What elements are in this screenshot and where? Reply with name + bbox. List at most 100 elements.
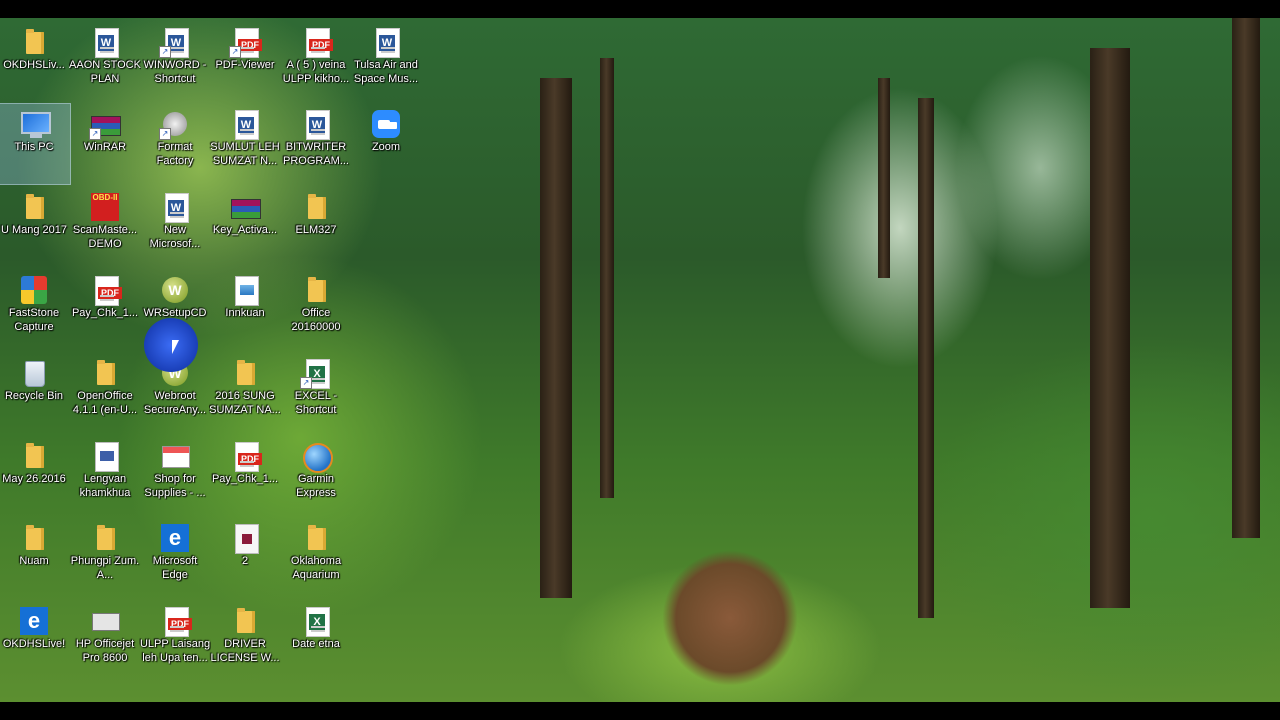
edge-icon: e xyxy=(20,607,48,635)
desktop-icon-aaon-stock-plan[interactable]: W AAON STOCK PLAN xyxy=(69,22,141,102)
shortcut-arrow-icon: ↗ xyxy=(159,46,171,58)
shortcut-arrow-icon: ↗ xyxy=(229,46,241,58)
desktop-icon-this-pc[interactable]: This PC xyxy=(0,103,71,185)
icon-label: Phungpi Zum. A... xyxy=(70,555,140,581)
desktop-icon-nuam[interactable]: Nuam xyxy=(0,518,70,598)
bottom-letterbox xyxy=(0,702,1280,720)
desktop-icon-tulsa-air[interactable]: W Tulsa Air and Space Mus... xyxy=(350,22,422,102)
icon-label: ELM327 xyxy=(295,224,337,236)
archive-icon xyxy=(231,199,261,219)
pdf-icon: PDF xyxy=(309,39,333,51)
desktop-icon-key-activa[interactable]: Key_Activa... xyxy=(209,187,281,267)
desktop-icon-winrar[interactable]: ↗ WinRAR xyxy=(69,104,141,184)
tree-trunk xyxy=(878,78,890,278)
icon-label: 2 xyxy=(241,555,249,567)
desktop-icon-date-etna[interactable]: X Date etna xyxy=(280,601,352,681)
desktop-icon-pdf-viewer[interactable]: PDF ↗ PDF-Viewer xyxy=(209,22,281,102)
icon-label: BITWRITER PROGRAM... xyxy=(282,141,349,167)
printer-icon xyxy=(92,613,120,631)
desktop-icon-phungpi[interactable]: Phungpi Zum. A... xyxy=(69,518,141,598)
desktop-icon-ulpp-laisang[interactable]: PDF ULPP Laisang leh Upa ten... xyxy=(139,601,211,681)
icon-label: Format Factory xyxy=(156,141,194,167)
icon-label: AAON STOCK PLAN xyxy=(69,59,141,85)
desktop-icon-microsoft-edge[interactable]: e Microsoft Edge xyxy=(139,518,211,598)
desktop-icon-driver-license[interactable]: DRIVER LICENSE W... xyxy=(209,601,281,681)
folder-icon xyxy=(97,525,115,550)
icon-label: Recycle Bin xyxy=(4,390,64,402)
mouse-pointer-icon xyxy=(172,340,179,354)
faststone-icon xyxy=(21,276,47,304)
desktop-icon-winword[interactable]: W ↗ WINWORD - Shortcut xyxy=(139,22,211,102)
icon-label: PDF-Viewer xyxy=(215,59,275,71)
video-file-icon xyxy=(235,524,259,554)
icon-label: Shop for Supplies - ... xyxy=(144,473,206,499)
desktop-icon-u-mang-2017[interactable]: U Mang 2017 xyxy=(0,187,70,267)
desktop-icon-a5-veina[interactable]: PDF A ( 5 ) veina ULPP kikho... xyxy=(280,22,352,102)
excel-icon: X xyxy=(309,614,325,630)
shortcut-arrow-icon: ↗ xyxy=(300,377,312,389)
icon-label: New Microsof... xyxy=(149,224,201,250)
folder-icon xyxy=(26,443,44,468)
desktop-icon-bitwriter[interactable]: W BITWRITER PROGRAM... xyxy=(280,104,352,184)
shortcut-arrow-icon: ↗ xyxy=(89,128,101,140)
desktop-icon-innkuan[interactable]: Innkuan xyxy=(209,270,281,350)
obd-scanmaster-icon: OBD-II xyxy=(91,193,119,221)
desktop-icon-excel[interactable]: X ↗ EXCEL - Shortcut xyxy=(280,353,352,433)
desktop-icon-garmin[interactable]: Garmin Express xyxy=(280,436,352,516)
desktop-icon-zoom[interactable]: Zoom xyxy=(350,104,422,184)
icon-label: This PC xyxy=(14,141,54,153)
icon-label: Date etna xyxy=(292,638,340,650)
cursor-highlight xyxy=(144,318,198,372)
desktop-icon-recycle-bin[interactable]: Recycle Bin xyxy=(0,353,70,433)
desktop-icon-video-2[interactable]: 2 xyxy=(209,518,281,598)
folder-icon xyxy=(308,525,326,550)
desktop-icon-sumlut[interactable]: W SUMLUT LEH SUMZAT N... xyxy=(209,104,281,184)
desktop-icon-2016-sung[interactable]: 2016 SUNG SUMZAT NA... xyxy=(209,353,281,433)
icon-label: Webroot SecureAny... xyxy=(143,390,207,416)
wmv-file-icon xyxy=(95,442,119,472)
desktop-icon-faststone[interactable]: FastStone Capture xyxy=(0,270,70,350)
icon-label: May 26.2016 xyxy=(2,473,66,485)
tree-trunk xyxy=(1232,18,1260,538)
desktop-icon-office-2016[interactable]: Office 20160000 xyxy=(280,270,352,350)
desktop-icon-shop-supplies[interactable]: Shop for Supplies - ... xyxy=(139,436,211,516)
icon-label: WinRAR xyxy=(83,141,127,153)
icon-label: Pay_Chk_1... xyxy=(71,307,139,319)
desktop-icon-scanmaster[interactable]: OBD-II ScanMaste... DEMO xyxy=(69,187,141,267)
desktop-icon-oklahoma-aquarium[interactable]: Oklahoma Aquarium xyxy=(280,518,352,598)
recycle-bin-icon xyxy=(25,361,45,387)
icon-label: ULPP Laisang leh Upa ten... xyxy=(139,638,211,664)
icon-label: U Mang 2017 xyxy=(0,224,68,236)
word-document-icon: W xyxy=(379,35,395,51)
desktop-icon-format-factory[interactable]: ↗ Format Factory xyxy=(139,104,211,184)
desktop-icon-hp-officejet[interactable]: HP Officejet Pro 8600 xyxy=(69,601,141,681)
icon-label: A ( 5 ) veina ULPP kikho... xyxy=(282,59,350,85)
desktop-icon-elm327[interactable]: ELM327 xyxy=(280,187,352,267)
word-document-icon: W xyxy=(98,35,114,51)
desktop-icon-openoffice[interactable]: OpenOffice 4.1.1 (en-U... xyxy=(69,353,141,433)
desktop-icon-okdhslive-edge[interactable]: e OKDHSLive! xyxy=(0,601,70,681)
desktop-icon-new-microsoft[interactable]: W New Microsof... xyxy=(139,187,211,267)
globe-icon xyxy=(303,443,333,473)
folder-icon xyxy=(308,277,326,302)
pdf-icon: PDF xyxy=(98,287,122,299)
folder-icon xyxy=(26,525,44,550)
desktop-icon-may-26[interactable]: May 26.2016 xyxy=(0,436,70,516)
desktop-icon-okdhslive-folder[interactable]: OKDHSLiv... xyxy=(0,22,70,102)
shop-icon xyxy=(162,446,190,468)
folder-icon xyxy=(237,360,255,385)
desktop-icon-pay-chk-2[interactable]: PDF Pay_Chk_1... xyxy=(209,436,281,516)
word-document-icon: W xyxy=(238,117,254,133)
top-letterbox xyxy=(0,0,1280,18)
icon-label: OKDHSLiv... xyxy=(3,59,65,71)
icon-label: Nuam xyxy=(19,555,49,567)
pdf-viewer-icon: PDF xyxy=(238,39,262,51)
desktop-icon-lengvan[interactable]: Lengvan khamkhua xyxy=(69,436,141,516)
computer-icon xyxy=(21,112,51,138)
icon-label: Office 20160000 xyxy=(291,307,341,333)
icon-label: Innkuan xyxy=(225,307,265,319)
desktop-icon-pay-chk-1[interactable]: PDF Pay_Chk_1... xyxy=(69,270,141,350)
icon-label: Pay_Chk_1... xyxy=(211,473,279,485)
pdf-icon: PDF xyxy=(168,618,192,630)
folder-icon xyxy=(26,194,44,219)
